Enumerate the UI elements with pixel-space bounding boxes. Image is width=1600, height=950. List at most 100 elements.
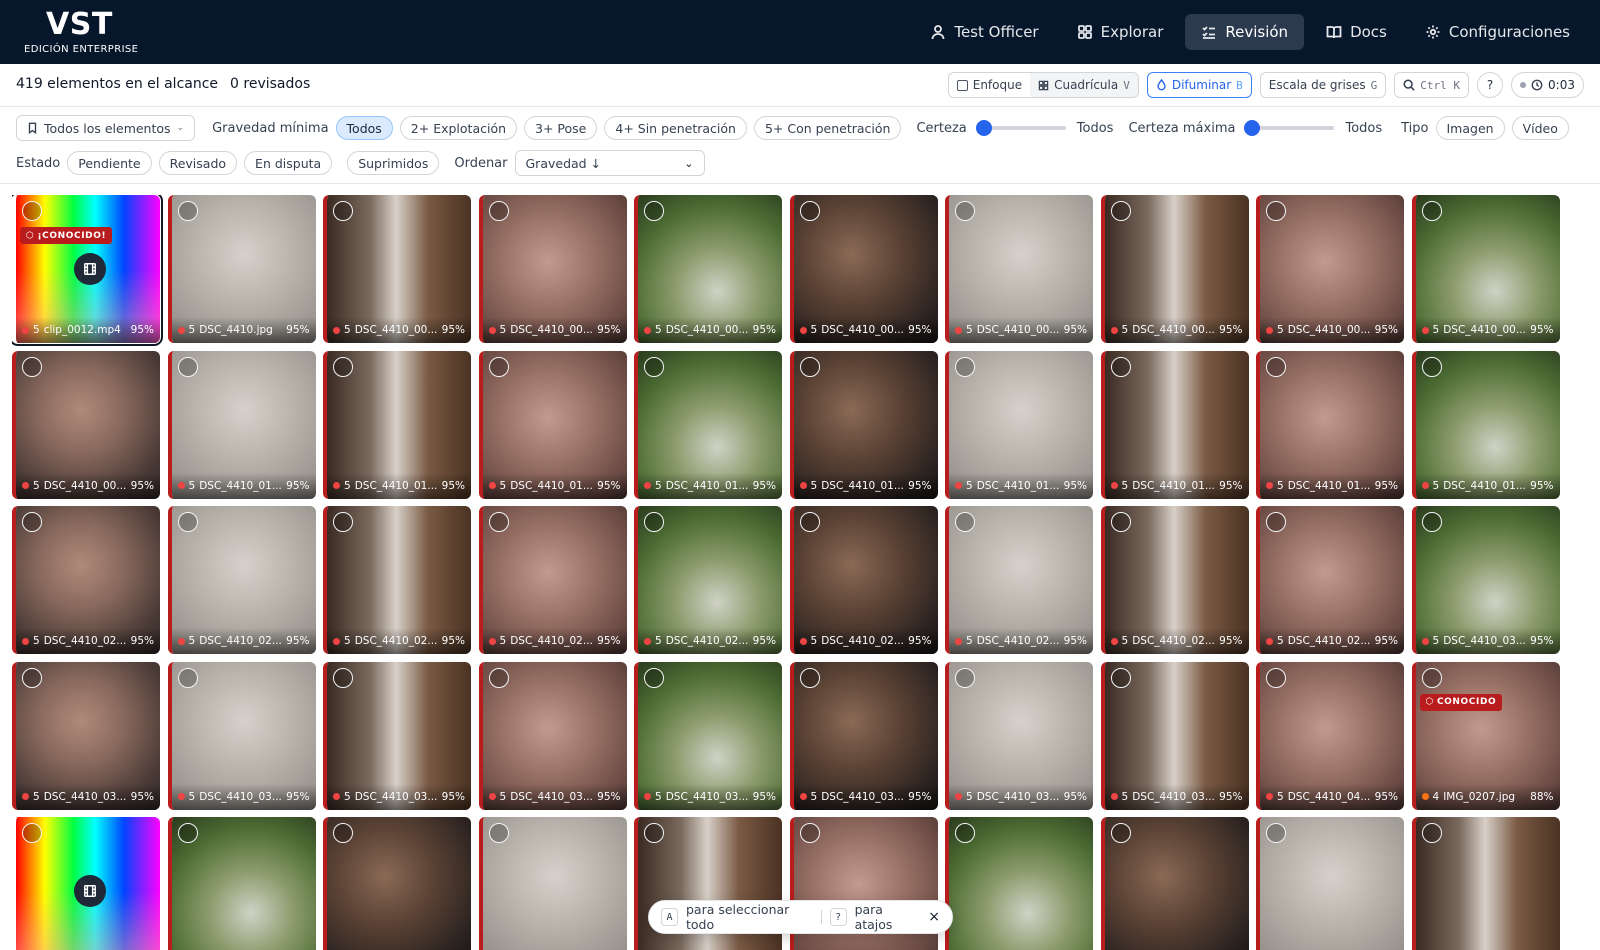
close-icon[interactable]: × bbox=[928, 909, 940, 925]
select-checkbox[interactable] bbox=[955, 201, 975, 221]
image-tile[interactable]: 5 DSC_4410_00... 95% bbox=[12, 350, 160, 499]
select-checkbox[interactable] bbox=[1266, 356, 1286, 377]
select-checkbox[interactable] bbox=[333, 823, 353, 843]
max-certainty-slider-knob[interactable] bbox=[1244, 120, 1261, 136]
brand[interactable]: VST EDICIÓN ENTERPRISE bbox=[24, 8, 138, 56]
image-tile[interactable]: ⬡ CONOCIDO 4 IMG_0207.jpg 88% bbox=[1411, 661, 1560, 810]
select-checkbox[interactable] bbox=[1266, 512, 1286, 532]
select-checkbox[interactable] bbox=[799, 356, 820, 377]
image-tile[interactable]: 5 DSC_4410_02... 95% bbox=[12, 506, 160, 654]
nav-docs[interactable]: Docs bbox=[1310, 14, 1403, 50]
image-tile[interactable] bbox=[167, 817, 316, 950]
select-checkbox[interactable] bbox=[22, 201, 42, 221]
select-checkbox[interactable] bbox=[177, 201, 198, 221]
select-checkbox[interactable] bbox=[1421, 512, 1442, 532]
select-checkbox[interactable] bbox=[1266, 201, 1286, 221]
nav-revision[interactable]: Revisión bbox=[1185, 14, 1305, 50]
image-tile[interactable]: 5 DSC_4410_02... 95% bbox=[1256, 506, 1404, 654]
image-tile[interactable]: 5 DSC_4410_00... 95% bbox=[478, 195, 627, 343]
state-pendiente[interactable]: Pendiente bbox=[67, 151, 152, 175]
image-tile[interactable]: 5 DSC_4410_04... 95% bbox=[1256, 661, 1404, 810]
certainty-slider-knob[interactable] bbox=[975, 120, 992, 136]
image-tile[interactable]: 5 DSC_4410_01... 95% bbox=[1100, 350, 1249, 499]
search-button[interactable]: Ctrl K bbox=[1394, 72, 1470, 98]
image-tile[interactable]: 5 DSC_4410_03... 95% bbox=[1411, 506, 1560, 654]
help-button[interactable]: ? bbox=[1477, 72, 1504, 98]
select-checkbox[interactable] bbox=[333, 512, 353, 532]
select-checkbox[interactable] bbox=[177, 667, 198, 688]
select-checkbox[interactable] bbox=[333, 201, 353, 221]
image-tile[interactable]: 5 DSC_4410_01... 95% bbox=[789, 350, 938, 499]
image-tile[interactable]: 5 DSC_4410_00... 95% bbox=[323, 195, 471, 343]
scope-dropdown[interactable]: Todos los elementos ⌄ bbox=[16, 115, 196, 141]
image-tile[interactable]: 5 DSC_4410_03... 95% bbox=[945, 661, 1093, 810]
select-checkbox[interactable] bbox=[644, 823, 664, 843]
select-checkbox[interactable] bbox=[488, 823, 509, 843]
select-checkbox[interactable] bbox=[644, 356, 664, 377]
select-checkbox[interactable] bbox=[799, 823, 820, 843]
image-tile[interactable] bbox=[478, 817, 627, 950]
select-checkbox[interactable] bbox=[955, 667, 975, 688]
severity-pose[interactable]: 3+ Pose bbox=[524, 116, 598, 140]
certainty-slider[interactable] bbox=[975, 120, 1066, 136]
select-checkbox[interactable] bbox=[1421, 667, 1442, 688]
nav-explorar[interactable]: Explorar bbox=[1061, 14, 1180, 50]
blur-toggle-button[interactable]: Difuminar B bbox=[1146, 72, 1252, 98]
focus-mode-button[interactable]: Enfoque bbox=[949, 73, 1030, 97]
image-tile[interactable]: 5 DSC_4410_01... 95% bbox=[945, 350, 1093, 499]
image-tile[interactable]: 5 DSC_4410_02... 95% bbox=[945, 506, 1093, 654]
image-tile[interactable]: 5 DSC_4410_02... 95% bbox=[1100, 506, 1249, 654]
image-tile[interactable]: 5 DSC_4410_03... 95% bbox=[12, 661, 160, 810]
video-tile[interactable] bbox=[12, 817, 160, 950]
image-tile[interactable] bbox=[1256, 817, 1404, 950]
image-tile[interactable]: 5 DSC_4410_02... 95% bbox=[634, 506, 782, 654]
select-checkbox[interactable] bbox=[488, 201, 509, 221]
image-tile[interactable]: 5 DSC_4410_00... 95% bbox=[1100, 195, 1249, 343]
image-tile[interactable]: 5 DSC_4410_02... 95% bbox=[478, 506, 627, 654]
select-checkbox[interactable] bbox=[22, 512, 42, 532]
severity-todos[interactable]: Todos bbox=[335, 116, 393, 140]
image-tile[interactable]: 5 DSC_4410_00... 95% bbox=[1256, 195, 1404, 343]
type-imagen[interactable]: Imagen bbox=[1435, 116, 1505, 140]
select-checkbox[interactable] bbox=[1110, 201, 1131, 221]
image-tile[interactable]: 5 DSC_4410_00... 95% bbox=[634, 195, 782, 343]
select-checkbox[interactable] bbox=[22, 356, 42, 377]
select-checkbox[interactable] bbox=[488, 356, 509, 377]
image-tile[interactable]: 5 DSC_4410_03... 95% bbox=[323, 661, 471, 810]
select-checkbox[interactable] bbox=[799, 512, 820, 532]
select-checkbox[interactable] bbox=[22, 823, 42, 843]
select-checkbox[interactable] bbox=[177, 823, 198, 843]
select-checkbox[interactable] bbox=[1266, 667, 1286, 688]
image-tile[interactable] bbox=[1100, 817, 1249, 950]
select-checkbox[interactable] bbox=[22, 667, 42, 688]
select-checkbox[interactable] bbox=[1421, 823, 1442, 843]
image-tile[interactable]: 5 DSC_4410_01... 95% bbox=[323, 350, 471, 499]
select-checkbox[interactable] bbox=[644, 512, 664, 532]
image-tile[interactable]: 5 DSC_4410_01... 95% bbox=[1256, 350, 1404, 499]
image-tile[interactable]: 5 DSC_4410_00... 95% bbox=[945, 195, 1093, 343]
image-tile[interactable]: 5 DSC_4410_03... 95% bbox=[634, 661, 782, 810]
image-tile[interactable]: 5 DSC_4410_01... 95% bbox=[478, 350, 627, 499]
image-tile[interactable]: 5 DSC_4410.jpg 95% bbox=[167, 195, 316, 343]
image-tile[interactable]: 5 DSC_4410_00... 95% bbox=[1411, 195, 1560, 343]
image-tile[interactable]: 5 DSC_4410_00... 95% bbox=[789, 195, 938, 343]
select-checkbox[interactable] bbox=[488, 512, 509, 532]
select-checkbox[interactable] bbox=[1110, 356, 1131, 377]
select-checkbox[interactable] bbox=[644, 667, 664, 688]
select-checkbox[interactable] bbox=[1110, 823, 1131, 843]
image-tile[interactable]: 5 DSC_4410_01... 95% bbox=[634, 350, 782, 499]
grayscale-toggle-button[interactable]: Escala de grises G bbox=[1259, 72, 1387, 98]
select-checkbox[interactable] bbox=[955, 512, 975, 532]
select-checkbox[interactable] bbox=[1421, 356, 1442, 377]
select-checkbox[interactable] bbox=[955, 356, 975, 377]
state-revisado[interactable]: Revisado bbox=[158, 151, 238, 175]
select-checkbox[interactable] bbox=[1110, 512, 1131, 532]
image-tile[interactable]: 5 DSC_4410_02... 95% bbox=[167, 506, 316, 654]
image-tile[interactable]: 5 DSC_4410_03... 95% bbox=[1100, 661, 1249, 810]
select-checkbox[interactable] bbox=[177, 356, 198, 377]
grid-mode-button[interactable]: Cuadrícula V bbox=[1030, 73, 1138, 97]
image-tile[interactable]: 5 DSC_4410_03... 95% bbox=[167, 661, 316, 810]
select-checkbox[interactable] bbox=[1421, 201, 1442, 221]
image-tile[interactable] bbox=[1411, 817, 1560, 950]
nav-configuraciones[interactable]: Configuraciones bbox=[1409, 14, 1586, 50]
